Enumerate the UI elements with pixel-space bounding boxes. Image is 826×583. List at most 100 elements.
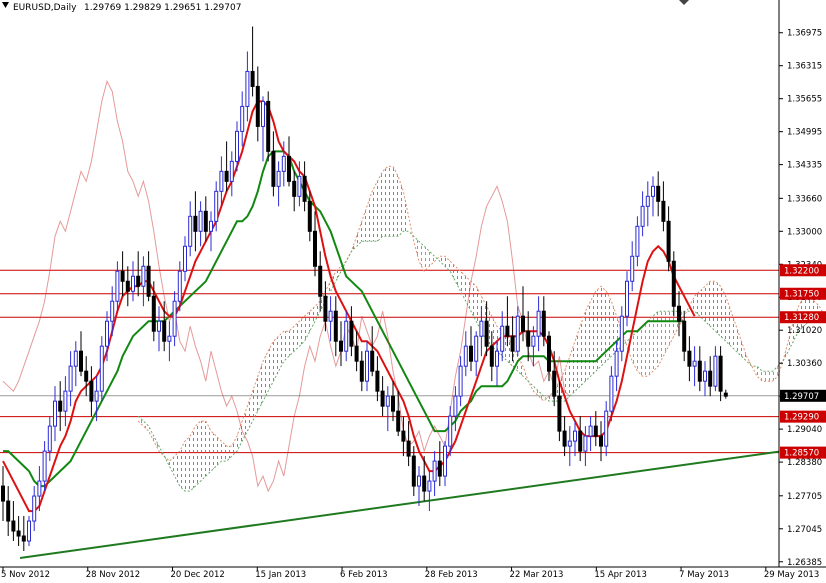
candle-body xyxy=(313,230,317,267)
level-tag-label: 1.31280 xyxy=(784,313,819,323)
candle-body xyxy=(656,185,661,202)
candle-body xyxy=(375,370,380,392)
candle-body xyxy=(583,435,588,452)
candle-body xyxy=(380,390,385,407)
candle-body xyxy=(167,335,172,342)
candle-body xyxy=(125,280,130,292)
candle-body xyxy=(89,380,94,402)
candle-body xyxy=(318,265,323,297)
candle-body xyxy=(120,270,125,282)
candle-body xyxy=(630,255,635,282)
candle-body xyxy=(99,345,104,392)
candle-body xyxy=(328,310,333,322)
candle-body xyxy=(708,370,713,387)
candle-body xyxy=(671,260,676,307)
candle-body xyxy=(281,155,286,172)
candle-body xyxy=(593,425,598,437)
candle-body xyxy=(94,390,99,402)
candle-body xyxy=(427,480,432,492)
candle-body xyxy=(47,425,52,452)
candle-body xyxy=(131,275,135,292)
candle-body xyxy=(370,350,375,372)
candle-body xyxy=(500,325,505,352)
candle-body xyxy=(401,430,406,442)
chart-root: 1.36975 1.36315 1.35655 1.34995 1.34335 1.336… xyxy=(0,0,826,580)
candle-body xyxy=(323,295,328,322)
symbol-label: EURUSD,Daily xyxy=(13,3,77,13)
candle-body xyxy=(359,360,364,382)
candle-body xyxy=(469,345,473,362)
candle-body xyxy=(510,335,515,352)
candle-body xyxy=(645,195,650,207)
candle-body xyxy=(219,170,224,192)
candle-body xyxy=(531,335,536,347)
candle-body xyxy=(240,105,245,132)
candle-body xyxy=(677,305,681,322)
candle-body xyxy=(235,130,239,162)
x-tick-label: 15 Jan 2013 xyxy=(255,570,306,579)
candle-body xyxy=(391,395,395,412)
candle-body xyxy=(136,275,141,287)
candle-body xyxy=(224,170,229,182)
candle-body xyxy=(697,360,702,382)
chart-header: EURUSD,Daily 1.29769 1.29829 1.29651 1.2… xyxy=(2,2,241,13)
candle-body xyxy=(640,205,645,227)
candle-body xyxy=(339,340,343,352)
candle-body xyxy=(567,440,572,447)
level-tag-label: 1.28570 xyxy=(784,449,819,459)
candle-body xyxy=(718,355,723,392)
candle-body xyxy=(396,410,401,432)
x-tick-label: 28 Nov 2012 xyxy=(86,570,140,579)
candle-body xyxy=(557,395,562,432)
candle-body xyxy=(463,345,468,367)
candle-body xyxy=(349,320,354,347)
candle-body xyxy=(489,345,494,367)
candle-body xyxy=(692,360,697,367)
y-tick-label: 1.30360 xyxy=(787,359,822,369)
candle-body xyxy=(276,170,281,187)
candle-body xyxy=(73,350,78,367)
candle-body xyxy=(521,315,525,332)
candle-body xyxy=(458,365,463,397)
candle-body xyxy=(723,392,728,397)
candle-body xyxy=(635,225,640,257)
x-tick-label: 22 Mar 2013 xyxy=(510,570,564,579)
candle-body xyxy=(443,445,447,477)
candle-body xyxy=(307,200,312,232)
candle-body xyxy=(526,330,531,347)
candle-body xyxy=(661,200,666,222)
candle-body xyxy=(172,300,177,337)
candle-body xyxy=(79,350,83,372)
candle-body xyxy=(354,345,359,362)
candle xyxy=(671,251,676,317)
x-tick-label: 6 Feb 2013 xyxy=(340,570,388,579)
candle-body xyxy=(536,310,541,337)
candle-body xyxy=(495,350,499,367)
y-tick-label: 1.27045 xyxy=(787,525,822,535)
candle-body xyxy=(115,270,120,302)
level-tag-label: 1.32200 xyxy=(784,266,819,276)
y-tick-label: 1.29040 xyxy=(787,425,822,435)
candle-body xyxy=(562,430,567,447)
ohlc-label: 1.29769 1.29829 1.29651 1.29707 xyxy=(84,3,241,13)
candle-body xyxy=(302,175,307,202)
candle-body xyxy=(573,430,577,442)
candle-body xyxy=(229,160,234,182)
x-tick-label: 15 Apr 2013 xyxy=(594,570,647,579)
candle-body xyxy=(406,440,411,457)
candle-body xyxy=(437,460,442,477)
candle-body xyxy=(713,355,718,387)
candle-body xyxy=(411,455,416,487)
candle-body xyxy=(422,475,427,492)
candle-body xyxy=(255,85,260,127)
y-tick-label: 1.35655 xyxy=(787,95,822,105)
y-tick-label: 1.34995 xyxy=(787,128,822,138)
candle-body xyxy=(541,310,546,337)
candle-body xyxy=(365,350,369,382)
candle-body xyxy=(666,220,671,262)
candle-body xyxy=(183,245,187,272)
level-tag-label: 1.31750 xyxy=(784,290,819,300)
candle-body xyxy=(6,500,11,522)
candle-body xyxy=(453,395,458,417)
candle-body xyxy=(42,450,47,482)
